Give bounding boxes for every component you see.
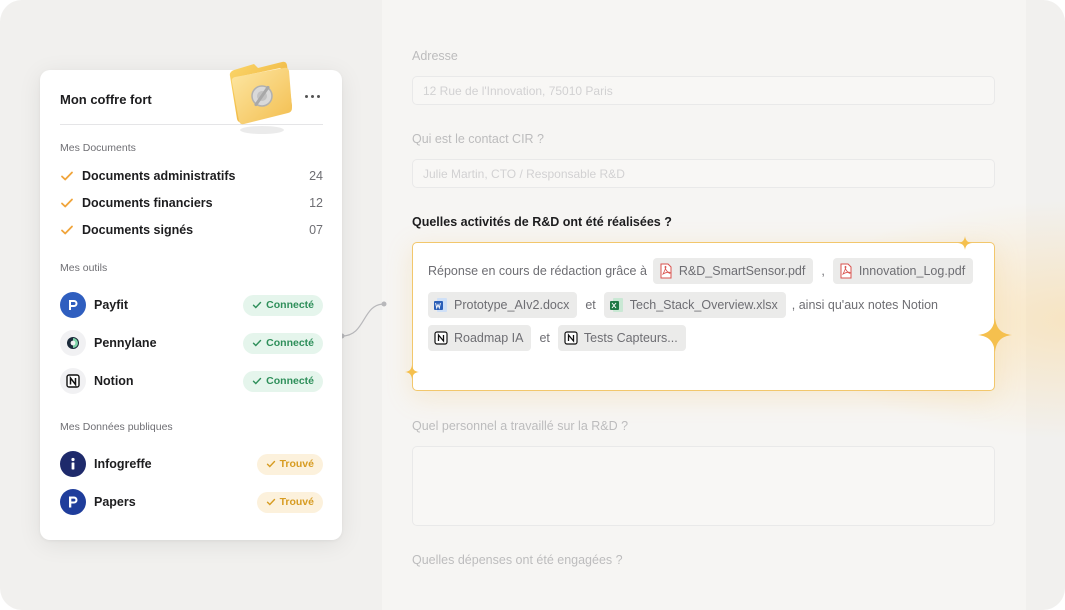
document-category-label: Documents signés xyxy=(82,223,194,237)
file-chip-label: R&D_SmartSensor.pdf xyxy=(678,264,806,278)
pennylane-logo-icon xyxy=(60,330,86,356)
connector-line xyxy=(339,301,387,339)
comma-text: , xyxy=(821,264,825,278)
personnel-textarea[interactable] xyxy=(412,446,995,526)
address-label: Adresse xyxy=(412,49,458,63)
file-chip-label: Tech_Stack_Overview.xlsx xyxy=(629,298,778,312)
more-options-icon[interactable] xyxy=(305,95,320,98)
check-icon xyxy=(252,300,262,310)
connected-badge: Connecté xyxy=(243,332,323,354)
badge-label: Connecté xyxy=(266,299,314,311)
tool-name: Pennylane xyxy=(94,336,157,350)
vault-card: Mon coffre fort Mes Documents Documents … xyxy=(40,61,342,540)
document-category-row[interactable]: Documents administratifs 24 xyxy=(60,167,323,185)
pdf-icon xyxy=(839,263,853,279)
badge-label: Trouvé xyxy=(279,496,314,508)
file-chip-label: Tests Capteurs... xyxy=(583,331,678,345)
check-icon xyxy=(266,497,276,507)
file-chip-label: Roadmap IA xyxy=(454,331,524,345)
activities-label: Quelles activités de R&D ont été réalisé… xyxy=(412,215,672,229)
check-icon xyxy=(60,169,74,183)
source-row-papers[interactable]: Papers Trouvé xyxy=(60,489,323,515)
personnel-label: Quel personnel a travaillé sur la R&D ? xyxy=(412,419,629,433)
check-icon xyxy=(252,376,262,386)
folder-vault-icon xyxy=(224,56,296,141)
and-text: et xyxy=(539,331,550,345)
check-icon xyxy=(60,223,74,237)
found-badge: Trouvé xyxy=(256,491,323,513)
sparkle-icon xyxy=(958,236,972,250)
sparkle-icon xyxy=(978,318,1012,352)
document-category-row[interactable]: Documents financiers 12 xyxy=(60,194,323,212)
excel-icon xyxy=(609,297,624,313)
document-count: 24 xyxy=(309,169,323,183)
tool-row-notion[interactable]: Notion Connecté xyxy=(60,368,323,394)
documents-section-label: Mes Documents xyxy=(60,142,136,154)
word-icon xyxy=(434,297,448,313)
file-chip[interactable]: Tech_Stack_Overview.xlsx xyxy=(603,292,786,318)
payfit-logo-icon xyxy=(60,292,86,318)
notion-page-chip[interactable]: Roadmap IA xyxy=(428,325,532,351)
document-category-label: Documents administratifs xyxy=(82,169,236,183)
source-row-infogreffe[interactable]: Infogreffe Trouvé xyxy=(60,451,323,477)
tool-name: Payfit xyxy=(94,298,129,312)
public-data-section-label: Mes Données publiques xyxy=(60,421,173,433)
document-count: 12 xyxy=(309,196,323,210)
file-chip[interactable]: Prototype_AIv2.docx xyxy=(428,292,578,318)
document-category-label: Documents financiers xyxy=(82,196,213,210)
source-name: Infogreffe xyxy=(94,457,152,471)
expenses-label: Quelles dépenses ont été engagées ? xyxy=(412,553,623,567)
answer-line-3: Roadmap IA et Tests Capteurs... xyxy=(428,325,686,351)
connected-badge: Connecté xyxy=(243,370,323,392)
address-input[interactable]: 12 Rue de l'Innovation, 75010 Paris xyxy=(412,76,995,105)
badge-label: Connecté xyxy=(266,337,314,349)
notion-logo-icon xyxy=(60,368,86,394)
and-text: et xyxy=(585,298,596,312)
badge-label: Trouvé xyxy=(279,458,314,470)
notion-icon xyxy=(564,330,578,346)
notion-page-chip[interactable]: Tests Capteurs... xyxy=(557,325,686,351)
tool-row-pennylane[interactable]: Pennylane Connecté xyxy=(60,330,323,356)
infogreffe-logo-icon xyxy=(60,451,86,477)
contact-input[interactable]: Julie Martin, CTO / Responsable R&D xyxy=(412,159,995,188)
answer-intro-text: Réponse en cours de rédaction grâce à xyxy=(428,264,647,278)
connected-badge: Connecté xyxy=(243,294,323,316)
tools-section-label: Mes outils xyxy=(60,262,108,274)
papers-logo-icon xyxy=(60,489,86,515)
document-category-row[interactable]: Documents signés 07 xyxy=(60,221,323,239)
activities-answer-box[interactable]: Réponse en cours de rédaction grâce à R&… xyxy=(405,236,1012,391)
check-icon xyxy=(266,459,276,469)
found-badge: Trouvé xyxy=(256,453,323,475)
file-chip[interactable]: R&D_SmartSensor.pdf xyxy=(652,258,814,284)
notion-icon xyxy=(434,330,448,346)
document-count: 07 xyxy=(309,223,323,237)
file-chip-label: Innovation_Log.pdf xyxy=(858,264,966,278)
answer-line-2: Prototype_AIv2.docx et Tech_Stack_Overvi… xyxy=(428,292,938,318)
check-icon xyxy=(252,338,262,348)
tool-name: Notion xyxy=(94,374,134,388)
answer-line-1: Réponse en cours de rédaction grâce à R&… xyxy=(428,258,974,284)
pdf-icon xyxy=(659,263,673,279)
file-chip-label: Prototype_AIv2.docx xyxy=(454,298,570,312)
badge-label: Connecté xyxy=(266,375,314,387)
sparkle-icon xyxy=(405,365,419,379)
source-name: Papers xyxy=(94,495,136,509)
vault-title: Mon coffre fort xyxy=(60,92,152,107)
contact-label: Qui est le contact CIR ? xyxy=(412,132,545,146)
cir-form-panel: Adresse 12 Rue de l'Innovation, 75010 Pa… xyxy=(382,0,1065,610)
app-canvas: Adresse 12 Rue de l'Innovation, 75010 Pa… xyxy=(0,0,1065,610)
file-chip[interactable]: Innovation_Log.pdf xyxy=(832,258,974,284)
notes-text: , ainsi qu'aux notes Notion xyxy=(791,298,939,312)
tool-row-payfit[interactable]: Payfit Connecté xyxy=(60,292,323,318)
check-icon xyxy=(60,196,74,210)
